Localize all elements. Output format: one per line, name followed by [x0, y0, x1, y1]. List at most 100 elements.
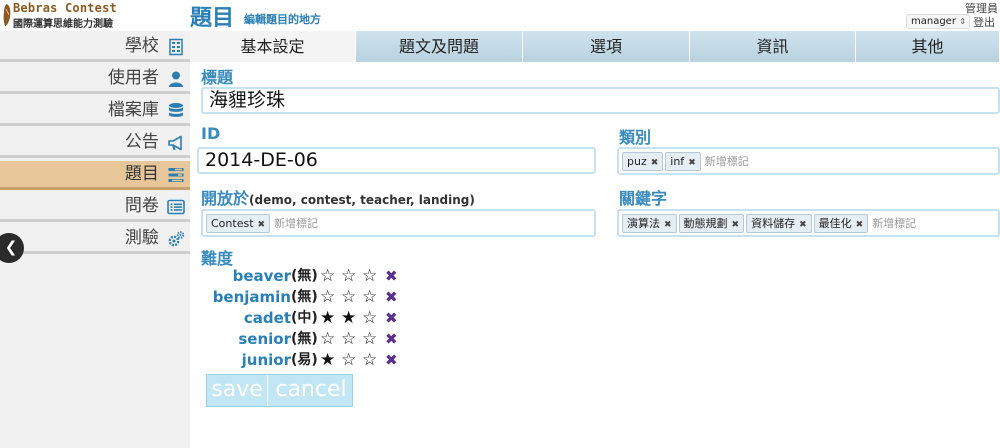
new-tag-input[interactable]: 新增標記: [274, 214, 318, 233]
tasks-icon: [168, 167, 184, 182]
page-subtitle: 編輯題目的地方: [244, 13, 321, 26]
list-alt-icon: [167, 199, 185, 214]
difficulty-row-benjamin: benjamin (無) ☆ ☆ ☆ ✖: [200, 287, 440, 308]
difficulty-row-cadet: cadet (中) ★ ★ ☆ ✖: [200, 308, 440, 329]
title-input[interactable]: 海貍珍珠: [201, 87, 1000, 114]
difficulty-group-name: junior: [241, 351, 291, 369]
keywords-tag-input[interactable]: 演算法 ✖ 動態規劃 ✖ 資料儲存 ✖ 最佳化 ✖ 新增標記: [617, 209, 1000, 237]
gears-icon: [168, 230, 185, 246]
difficulty-group-name: benjamin: [212, 288, 291, 306]
tag-chip-label: 演算法: [627, 217, 660, 230]
star-icon[interactable]: ☆: [362, 330, 377, 349]
tag-chip-label: puz: [627, 155, 647, 168]
difficulty-level-label: (無): [291, 331, 318, 347]
remove-tag-icon[interactable]: ✖: [799, 220, 807, 230]
sidebar-item-label: 公告: [124, 132, 159, 152]
star-icon[interactable]: ☆: [362, 351, 377, 370]
tag-chip-label: inf: [670, 155, 685, 168]
remove-tag-icon[interactable]: ✖: [732, 220, 740, 230]
remove-tag-icon[interactable]: ✖: [651, 158, 659, 168]
star-icon[interactable]: ☆: [341, 351, 356, 370]
category-tag-input[interactable]: puz ✖ inf ✖ 新增標記: [617, 147, 1000, 175]
category-label: 類別: [619, 128, 652, 147]
sidebar-item-users[interactable]: 使用者: [0, 65, 190, 94]
star-icon[interactable]: ★: [320, 309, 335, 328]
id-input[interactable]: 2014-DE-06: [197, 147, 596, 174]
tag-chip: 動態規劃 ✖: [678, 214, 745, 233]
difficulty-level-label: (中): [291, 310, 318, 326]
logo-title: Bebras Contest: [13, 1, 117, 15]
form-actions: save cancel: [206, 374, 353, 407]
clear-difficulty-icon[interactable]: ✖: [385, 350, 398, 371]
star-icon[interactable]: ★: [320, 351, 335, 370]
tab-options[interactable]: 選項: [523, 31, 690, 62]
logout-link[interactable]: 登出: [973, 14, 995, 30]
new-tag-input[interactable]: 新增標記: [705, 152, 749, 171]
database-icon: [169, 102, 183, 117]
star-icon[interactable]: ☆: [341, 288, 356, 307]
tab-bar: 基本設定 題文及問題 選項 資訊 其他: [190, 31, 1000, 62]
tag-chip-label: 動態規劃: [683, 217, 728, 230]
tag-chip-label: 最佳化: [818, 217, 852, 230]
bullhorn-icon: [168, 135, 182, 150]
sidebar-item-files[interactable]: 檔案庫: [0, 97, 190, 126]
tag-chip: 最佳化 ✖: [813, 214, 869, 233]
sidebar-item-surveys[interactable]: 問卷: [0, 193, 190, 222]
tag-chip: 演算法 ✖: [622, 214, 677, 233]
tab-basic-settings[interactable]: 基本設定: [190, 31, 356, 62]
difficulty-row-junior: junior (易) ★ ☆ ☆ ✖: [200, 350, 440, 371]
star-icon[interactable]: ☆: [362, 309, 377, 328]
clear-difficulty-icon[interactable]: ✖: [385, 287, 398, 308]
difficulty-level-label: (易): [291, 352, 318, 368]
sidebar-item-tasks[interactable]: 題目: [0, 161, 190, 190]
cancel-button[interactable]: cancel: [269, 375, 353, 406]
tab-other[interactable]: 其他: [856, 31, 1000, 62]
sidebar-item-label: 測驗: [124, 228, 159, 248]
star-icon[interactable]: ☆: [362, 267, 377, 286]
save-button[interactable]: save: [207, 375, 268, 406]
sidebar-item-announcements[interactable]: 公告: [0, 129, 190, 158]
difficulty-level-label: (無): [291, 268, 318, 284]
remove-tag-icon[interactable]: ✖: [856, 220, 864, 230]
remove-tag-icon[interactable]: ✖: [688, 158, 696, 168]
difficulty-row-beaver: beaver (無) ☆ ☆ ☆ ✖: [200, 266, 440, 287]
beaver-logo-icon: [3, 4, 11, 26]
star-icon[interactable]: ☆: [362, 288, 377, 307]
tab-text-and-question[interactable]: 題文及問題: [356, 31, 523, 62]
star-icon[interactable]: ★: [341, 309, 356, 328]
difficulty-level-label: (無): [291, 289, 318, 305]
open-for-tag-input[interactable]: Contest ✖ 新增標記: [201, 209, 596, 237]
difficulty-group-name: senior: [238, 330, 291, 348]
remove-tag-icon[interactable]: ✖: [258, 220, 266, 230]
tag-chip-label: Contest: [211, 217, 254, 230]
difficulty-row-senior: senior (無) ☆ ☆ ☆ ✖: [200, 329, 440, 350]
remove-tag-icon[interactable]: ✖: [664, 220, 672, 230]
school-grid-icon: [169, 38, 183, 55]
star-icon[interactable]: ☆: [320, 330, 335, 349]
open-for-label: 開放於(demo, contest, teacher, landing): [201, 185, 475, 209]
clear-difficulty-icon[interactable]: ✖: [385, 329, 398, 350]
star-icon[interactable]: ☆: [320, 267, 335, 286]
star-icon[interactable]: ☆: [341, 330, 356, 349]
app-header: Bebras Contest 國際運算思維能力測驗 題目 編輯題目的地方 管理員…: [0, 0, 1000, 31]
clear-difficulty-icon[interactable]: ✖: [385, 266, 398, 287]
task-edit-form: 標題 海貍珍珠 ID 2014-DE-06 類別 puz ✖ inf ✖ 新增標記 開放…: [190, 62, 1000, 448]
star-icon[interactable]: ☆: [320, 288, 335, 307]
tag-chip: 資料儲存 ✖: [746, 214, 812, 233]
star-icon[interactable]: ☆: [341, 267, 356, 286]
difficulty-group-name: cadet: [243, 309, 291, 327]
sidebar-item-schools[interactable]: 學校: [0, 33, 190, 62]
open-for-hint: (demo, contest, teacher, landing): [249, 193, 475, 207]
user-select-value: manager: [911, 16, 956, 27]
bebras-logo[interactable]: Bebras Contest 國際運算思維能力測驗: [0, 0, 190, 31]
sidebar-item-contests[interactable]: 測驗: [0, 225, 190, 254]
sidebar: 學校 使用者 檔案庫 公告 題目 問卷 測驗: [0, 31, 190, 448]
tag-chip: Contest ✖: [206, 214, 271, 233]
user-select[interactable]: manager ⇕: [906, 14, 970, 29]
clear-difficulty-icon[interactable]: ✖: [385, 308, 398, 329]
select-arrows-icon: ⇕: [959, 17, 966, 26]
tab-info[interactable]: 資訊: [690, 31, 856, 62]
difficulty-group-name: beaver: [232, 267, 291, 285]
sidebar-item-label: 問卷: [124, 196, 159, 216]
new-tag-input[interactable]: 新增標記: [872, 214, 916, 233]
